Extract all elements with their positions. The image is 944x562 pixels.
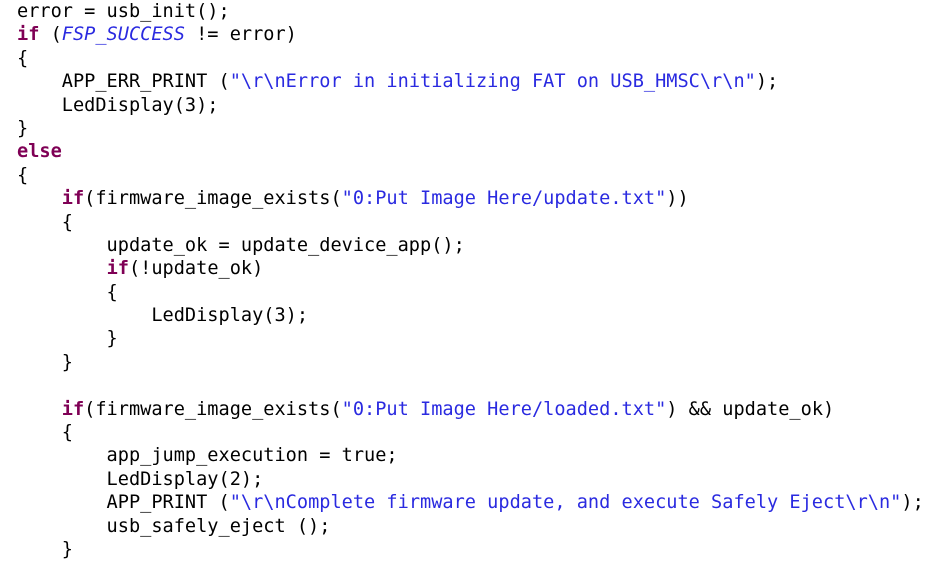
code-line[interactable]: update_ok = update_device_app(); [0, 234, 944, 257]
code-token-plain: update_ok = update_device_app(); [17, 234, 465, 256]
code-token-string: "\r\nError in initializing FAT on USB_HM… [229, 71, 756, 93]
code-token-plain: { [17, 281, 118, 303]
code-token-plain: usb_safely_eject (); [17, 515, 331, 537]
code-token-plain: )) [666, 188, 689, 210]
code-line[interactable]: if(!update_ok) [0, 257, 944, 280]
code-token-plain: } [17, 351, 73, 373]
code-token-plain: (!update_ok) [128, 258, 264, 280]
code-token-string: "0:Put Image Here/loaded.txt" [341, 398, 667, 420]
code-token-macro-constant: FSP_SUCCESS [61, 24, 185, 46]
code-token-plain: error = usb_init(); [17, 1, 230, 22]
code-token-plain: != error) [184, 24, 297, 46]
code-line[interactable]: error = usb_init(); [0, 0, 944, 23]
code-token-plain: { [17, 422, 73, 444]
code-line[interactable]: } [0, 538, 944, 561]
code-token-plain: (firmware_image_exists( [84, 188, 342, 210]
code-line[interactable]: if(firmware_image_exists("0:Put Image He… [0, 398, 944, 421]
code-line[interactable]: if(firmware_image_exists("0:Put Image He… [0, 187, 944, 210]
code-token-plain: APP_ERR_PRINT ( [17, 71, 230, 93]
code-token-plain: } [17, 117, 29, 139]
code-line[interactable] [0, 374, 944, 397]
code-token-keyword: if [106, 258, 129, 280]
code-token-plain: LedDisplay(2); [17, 468, 264, 490]
code-line[interactable]: LedDisplay(3); [0, 304, 944, 327]
code-token-blank [17, 375, 28, 396]
code-token-plain: { [17, 47, 29, 69]
code-listing[interactable]: error = usb_init(); if (FSP_SUCCESS != er… [0, 0, 944, 562]
code-token-plain: app_jump_execution = true; [17, 445, 398, 467]
code-line[interactable]: { [0, 421, 944, 444]
code-line[interactable]: APP_PRINT ("\r\nComplete firmware update… [0, 491, 944, 514]
code-line[interactable]: { [0, 281, 944, 304]
code-line[interactable]: APP_ERR_PRINT ("\r\nError in initializin… [0, 70, 944, 93]
code-line[interactable]: LedDisplay(3); [0, 94, 944, 117]
code-token-string: "0:Put Image Here/update.txt" [341, 188, 667, 210]
code-token-plain: (firmware_image_exists( [84, 398, 342, 420]
code-token-keyword: if [17, 24, 40, 46]
code-token-plain: LedDisplay(3); [17, 94, 219, 116]
code-line[interactable]: if (FSP_SUCCESS != error) [0, 23, 944, 46]
code-token-plain: { [17, 164, 29, 186]
code-token-plain: LedDisplay(3); [17, 305, 309, 327]
code-line[interactable]: } [0, 117, 944, 140]
code-token-keyword: else [17, 141, 62, 163]
code-token-plain: ) && update_ok) [666, 398, 835, 420]
code-line[interactable]: { [0, 211, 944, 234]
code-line[interactable]: LedDisplay(2); [0, 468, 944, 491]
code-line[interactable]: } [0, 327, 944, 350]
code-token-plain: } [17, 538, 73, 560]
code-token-plain: APP_PRINT ( [17, 492, 230, 514]
code-line[interactable]: } [0, 351, 944, 374]
code-line[interactable]: else [0, 140, 944, 163]
code-line[interactable]: { [0, 164, 944, 187]
code-line[interactable]: app_jump_execution = true; [0, 444, 944, 467]
code-token-string: "\r\nComplete firmware update, and execu… [229, 492, 902, 514]
code-token-keyword: if [61, 398, 85, 420]
code-token-plain: ); [755, 71, 779, 93]
code-line[interactable]: usb_safely_eject (); [0, 515, 944, 538]
code-token-plain: { [17, 211, 73, 233]
code-line[interactable]: { [0, 47, 944, 70]
code-token-plain: } [17, 328, 118, 350]
code-token-plain: ); [901, 492, 924, 514]
code-token-plain: ( [39, 24, 62, 46]
code-token-keyword: if [61, 188, 85, 210]
